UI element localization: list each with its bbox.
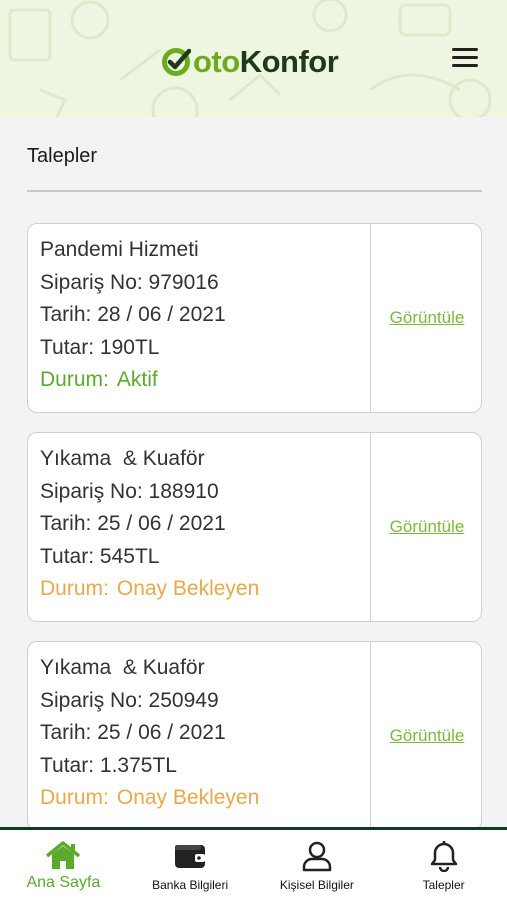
order-amount-row: Tutar: 1.375TL: [40, 753, 177, 777]
nav-label: Banka Bilgileri: [152, 878, 229, 892]
order-date: 28 / 06 / 2021: [97, 303, 226, 326]
service-name: Yıkama & Kuaför: [40, 656, 205, 679]
nav-item-bank[interactable]: Banka Bilgileri: [127, 830, 254, 900]
nav-item-personal[interactable]: Kişisel Bilgiler: [254, 830, 381, 900]
order-date-row: Tarih: 28 / 06 / 2021: [40, 303, 226, 326]
title-divider: [27, 190, 482, 192]
status-badge: Onay Bekleyen: [116, 577, 260, 600]
nav-item-requests[interactable]: Talepler: [380, 830, 507, 900]
status-badge: Aktif: [116, 368, 158, 391]
nav-item-home[interactable]: Ana Sayfa: [0, 830, 127, 900]
nav-label: Kişisel Bilgiler: [279, 878, 354, 892]
order-number-row: Sipariş No: 979016: [40, 270, 219, 294]
order-number: 250949: [148, 688, 219, 712]
view-order-link[interactable]: Görüntüle: [371, 224, 481, 412]
hamburger-icon[interactable]: [452, 48, 478, 70]
order-number-row: Sipariş No: 188910: [40, 479, 219, 503]
order-amount-row: Tutar: 190TL: [40, 335, 160, 359]
bell-icon: [430, 841, 457, 872]
order-date: 25 / 06 / 2021: [97, 721, 226, 744]
brand-prefix: oto: [193, 44, 240, 79]
order-info: Pandemi Hizmeti Sipariş No: 979016 Tarih…: [40, 234, 226, 397]
order-status-row: Durum: Onay Bekleyen: [40, 577, 260, 600]
order-info: Yıkama & Kuaför Sipariş No: 188910 Tarih…: [40, 443, 259, 606]
order-date-row: Tarih: 25 / 06 / 2021: [40, 512, 226, 535]
user-icon: [302, 841, 332, 872]
view-order-link[interactable]: Görüntüle: [371, 642, 481, 827]
nav-label: Ana Sayfa: [26, 874, 101, 891]
view-order-link[interactable]: Görüntüle: [371, 433, 481, 621]
order-status-row: Durum: Onay Bekleyen: [40, 786, 260, 809]
main-content: Talepler Pandemi Hizmeti Sipariş No: 979…: [0, 117, 507, 827]
brand-suffix: Konfor: [239, 44, 339, 79]
order-card: Yıkama & Kuaför Sipariş No: 188910 Tarih…: [27, 432, 482, 622]
order-amount: 1.375TL: [99, 753, 177, 777]
service-name: Pandemi Hizmeti: [40, 238, 199, 261]
order-status-row: Durum: Aktif: [40, 368, 158, 391]
order-amount: 190TL: [99, 335, 160, 359]
order-card: Yıkama & Kuaför Sipariş No: 250949 Tarih…: [27, 641, 482, 827]
logo-check-icon: [162, 48, 191, 76]
home-icon: [46, 841, 81, 869]
order-amount: 545TL: [99, 544, 160, 568]
service-name: Yıkama & Kuaför: [40, 447, 205, 470]
order-amount-row: Tutar: 545TL: [40, 544, 160, 568]
wallet-icon: [175, 845, 206, 868]
order-number: 979016: [148, 270, 219, 294]
order-info: Yıkama & Kuaför Sipariş No: 250949 Tarih…: [40, 652, 259, 815]
order-date: 25 / 06 / 2021: [97, 512, 226, 535]
order-card: Pandemi Hizmeti Sipariş No: 979016 Tarih…: [27, 223, 482, 413]
order-date-row: Tarih: 25 / 06 / 2021: [40, 721, 226, 744]
app-header: oto Konfor: [0, 0, 507, 117]
order-number-row: Sipariş No: 250949: [40, 688, 219, 712]
brand-logo[interactable]: oto Konfor: [161, 42, 339, 82]
order-number: 188910: [148, 479, 219, 503]
nav-label: Talepler: [422, 878, 465, 892]
status-badge: Onay Bekleyen: [116, 786, 260, 809]
page-title: Talepler: [27, 145, 98, 167]
bottom-navigation: Ana Sayfa Banka Bilgileri Kişisel Bilgil…: [0, 827, 507, 900]
